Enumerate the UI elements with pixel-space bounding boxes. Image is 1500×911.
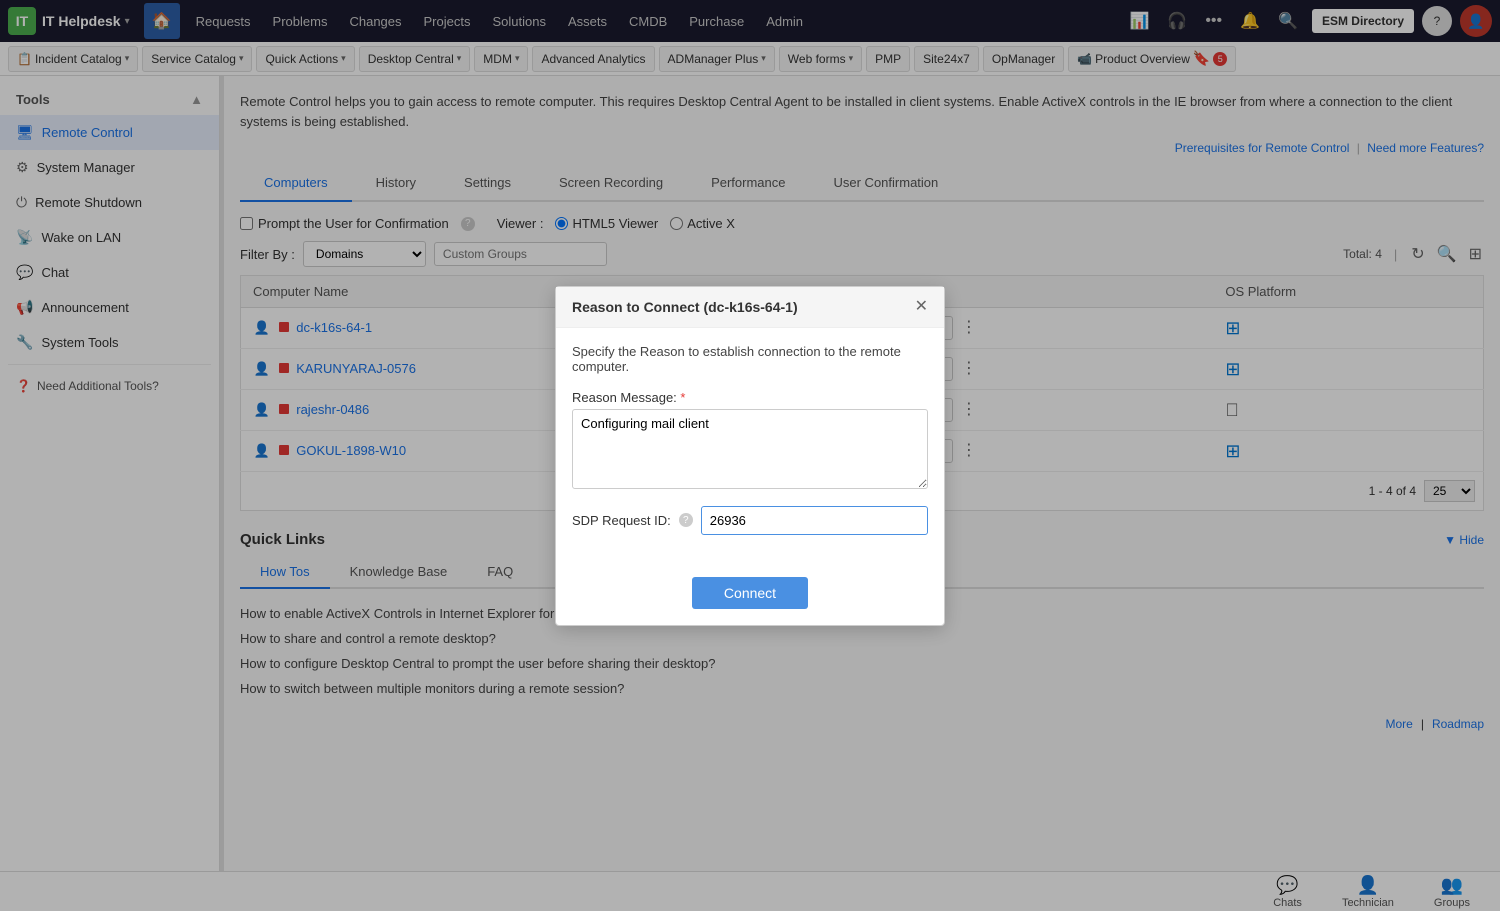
modal-title: Reason to Connect (dc-k16s-64-1) [572,299,798,315]
modal-connect-button[interactable]: Connect [692,577,808,609]
sdp-help-icon[interactable]: ? [679,513,693,527]
sdp-form-group: SDP Request ID: ? [572,506,928,535]
modal-body: Specify the Reason to establish connecti… [556,328,944,565]
modal-overlay: Reason to Connect (dc-k16s-64-1) ✕ Speci… [0,0,1500,911]
reason-label: Reason Message: * [572,390,928,405]
reason-to-connect-modal: Reason to Connect (dc-k16s-64-1) ✕ Speci… [555,286,945,626]
sdp-label: SDP Request ID: [572,513,671,528]
modal-footer: Connect [556,565,944,625]
modal-close-button[interactable]: ✕ [915,299,928,315]
modal-description: Specify the Reason to establish connecti… [572,344,928,374]
required-asterisk: * [680,390,685,405]
sdp-input[interactable] [701,506,928,535]
sdp-row: SDP Request ID: ? [572,506,928,535]
reason-textarea[interactable] [572,409,928,489]
reason-form-group: Reason Message: * [572,390,928,492]
modal-header: Reason to Connect (dc-k16s-64-1) ✕ [556,287,944,328]
